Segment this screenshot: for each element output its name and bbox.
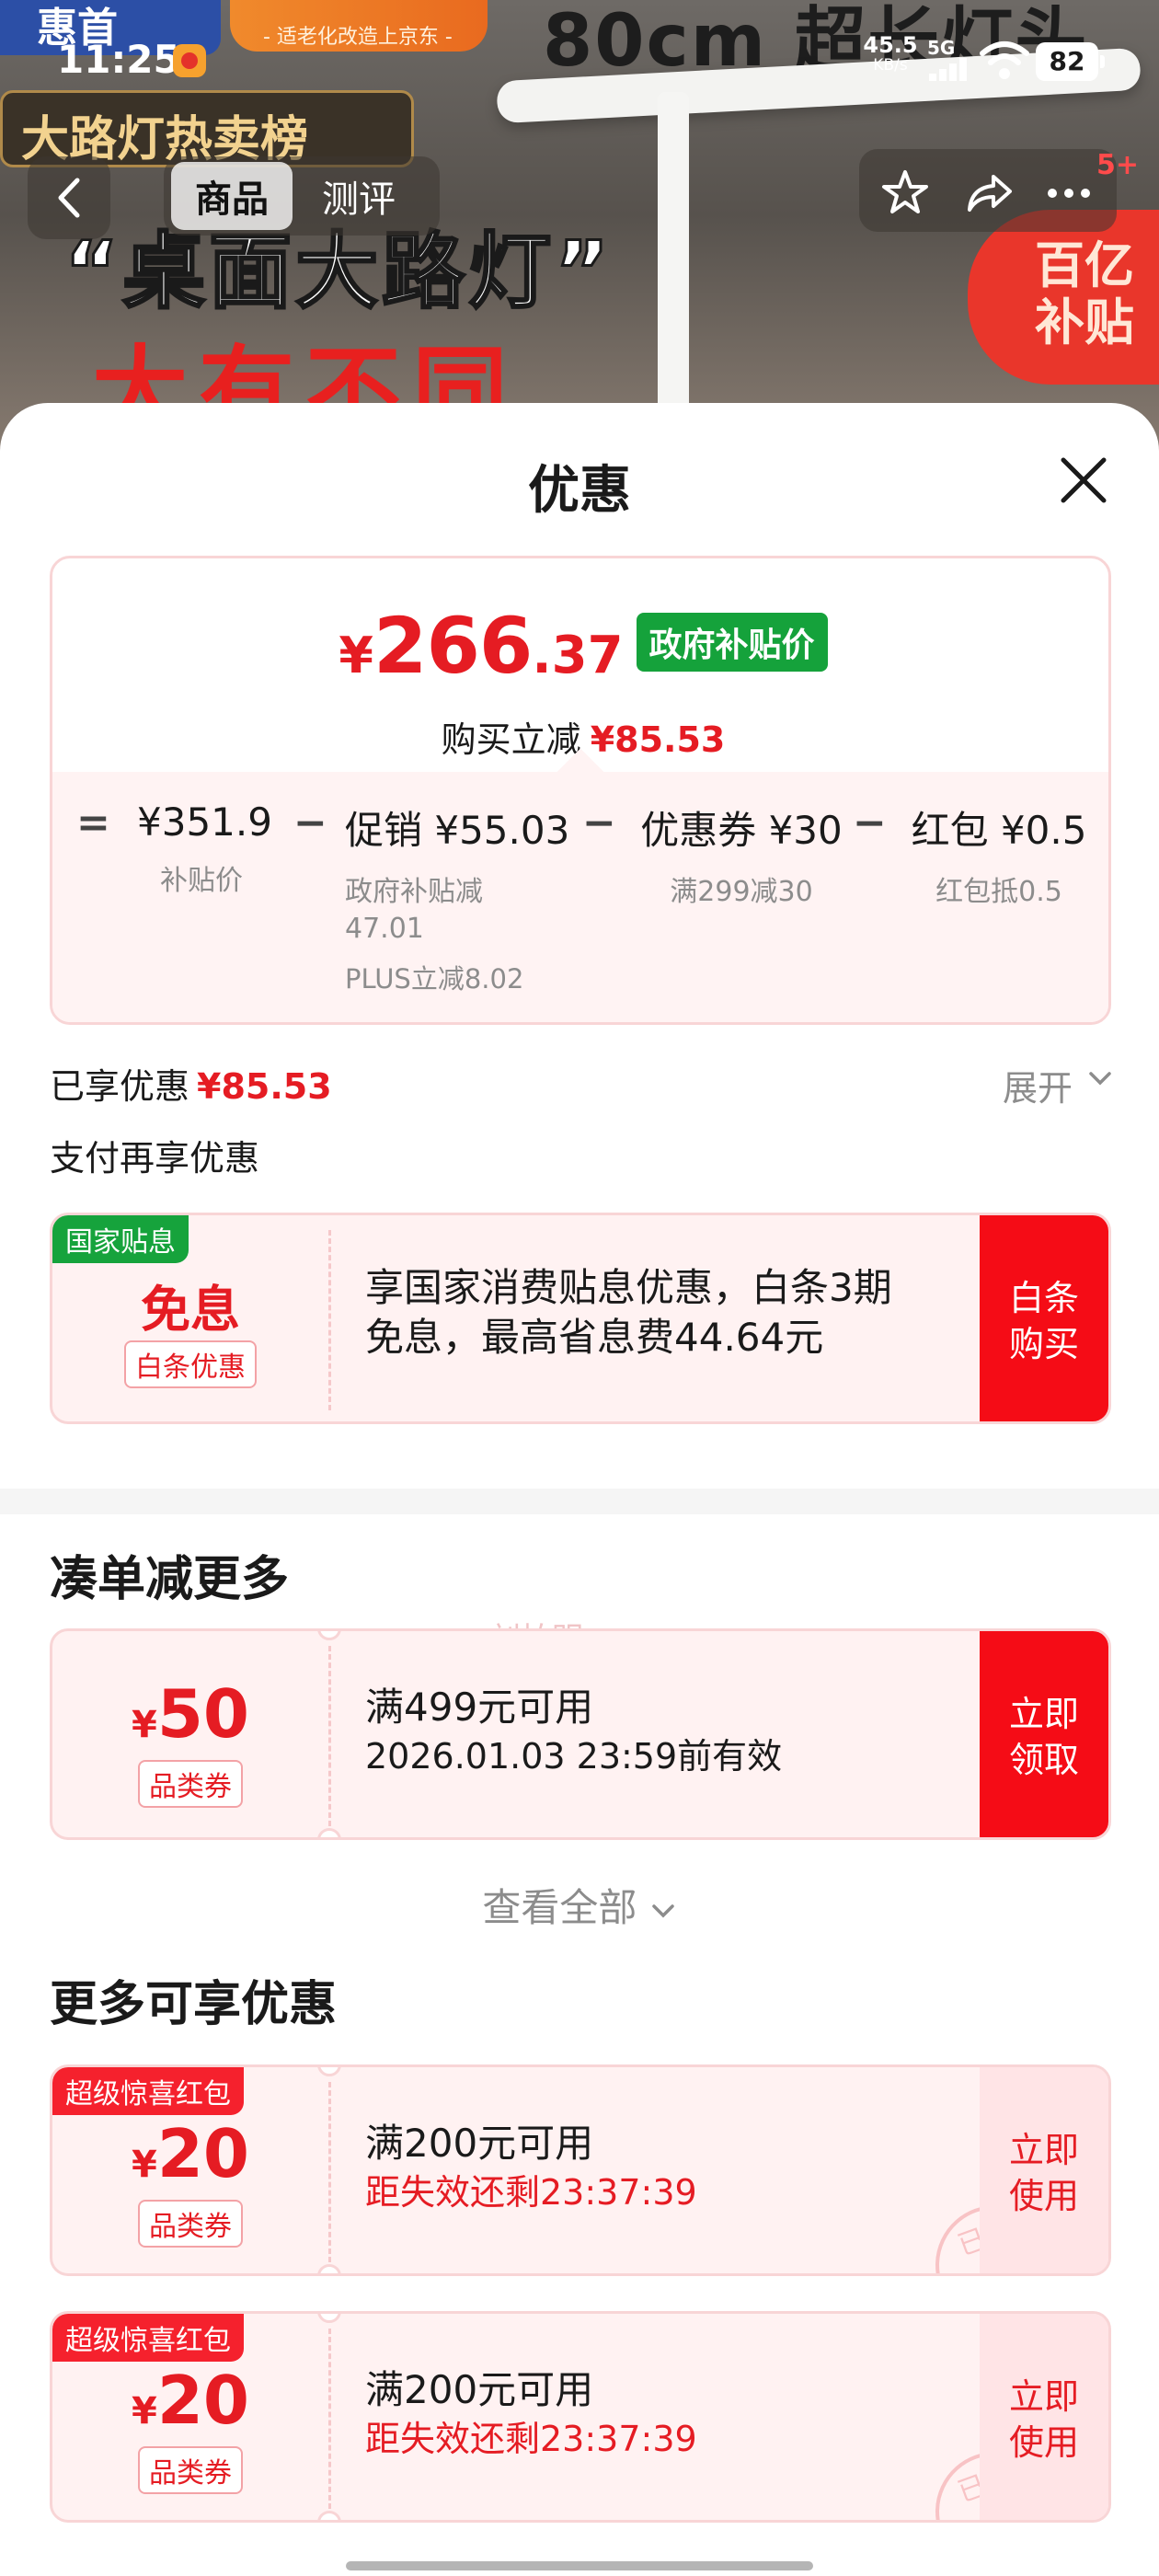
more-icon[interactable] (1043, 167, 1095, 219)
baitiao-tag: 白条优惠 (124, 1340, 257, 1388)
coupon-amount-block: ¥50 品类券 (52, 1631, 328, 1837)
chevron-left-icon (58, 178, 80, 218)
red-packet-coupon: 超级惊喜红包 ¥20 品类券 满200元可用 距失效还剩23:37:39 已领 … (50, 2064, 1111, 2276)
installment-desc: 享国家消费贴息优惠，白条3期 免息，最高省息费44.64元 (365, 1265, 892, 1360)
equals-sign: = (76, 799, 110, 846)
coupon-amount: ¥20 (131, 2362, 250, 2439)
back-button[interactable] (28, 156, 110, 239)
combine-order-title: 凑单减更多 (50, 1552, 290, 1607)
coupon-desc: 满499元可用 2026.01.03 23:59前有效 (365, 1685, 783, 1777)
product-tabs: 商品 测评 (164, 156, 440, 236)
installment-left: 国家贴息 免息 白条优惠 (52, 1215, 328, 1421)
minus-sign: − (853, 799, 887, 846)
wifi-icon (980, 41, 1029, 79)
coupon-desc: 满200元可用 距失效还剩23:37:39 (365, 2121, 697, 2213)
share-icon[interactable] (964, 167, 1016, 219)
minus-sign: − (582, 799, 616, 846)
status-time: 11:25 (57, 37, 180, 82)
home-indicator[interactable] (346, 2561, 813, 2570)
notification-badge: 5+ (1096, 149, 1140, 181)
claim-coupon-button[interactable]: 立即 领取 (980, 1631, 1108, 1837)
chevron-down-icon (651, 1903, 674, 1917)
final-price: ¥266.37 政府补贴价 (52, 601, 1108, 691)
breakdown-promotion: 促销 ¥55.03 政府补贴减 47.01 PLUS立减8.02 (345, 808, 570, 995)
enjoyed-discount: 已享优惠 ¥85.53 (50, 1066, 332, 1107)
interest-free-label: 免息 (141, 1281, 240, 1339)
app-notification-icon (173, 44, 206, 77)
minus-sign: − (293, 799, 327, 846)
coupon-amount: ¥50 (131, 1675, 250, 1753)
subsidy-badge: 百亿补贴 (968, 210, 1159, 385)
discount-sheet: 优惠 ¥266.37 政府补贴价 购买立减 ¥85.53 = ¥351.9 补贴价 … (0, 403, 1159, 2576)
use-coupon-button[interactable]: 立即 使用 (980, 2314, 1108, 2520)
breakdown-red-packet: 红包 ¥0.5 红包抵0.5 (911, 808, 1087, 908)
tab-product[interactable]: 商品 (171, 162, 293, 230)
tab-review[interactable]: 测评 (298, 162, 419, 230)
nav-actions (859, 149, 1117, 232)
price-card: ¥266.37 政府补贴价 购买立减 ¥85.53 = ¥351.9 补贴价 − 促… (50, 556, 1111, 1025)
chevron-down-icon (1089, 1072, 1111, 1086)
expand-toggle[interactable]: 展开 (1003, 1060, 1111, 1110)
coupon-amount-block: 超级惊喜红包 ¥20 品类券 (52, 2314, 328, 2520)
close-icon[interactable] (1054, 451, 1113, 510)
super-red-packet-tag: 超级惊喜红包 (52, 2067, 244, 2115)
price-breakdown: = ¥351.9 补贴价 − 促销 ¥55.03 政府补贴减 47.01 PLUS… (52, 748, 1108, 1022)
network-type: 5G (927, 37, 956, 59)
coupon-amount: ¥20 (131, 2115, 250, 2192)
battery-indicator: 82 (1036, 42, 1105, 81)
net-speed: 45.5 KB/s (863, 32, 918, 75)
sheet-title: 优惠 (528, 461, 631, 521)
installment-coupon: 国家贴息 免息 白条优惠 享国家消费贴息优惠，白条3期 免息，最高省息费44.6… (50, 1213, 1111, 1424)
category-coupon: ¥50 品类券 满499元可用 2026.01.03 23:59前有效 立即 领取 (50, 1628, 1111, 1840)
baitiao-buy-button[interactable]: 白条 购买 (980, 1215, 1108, 1421)
gov-subsidy-tag: 政府补贴价 (636, 613, 828, 672)
coupon-amount-block: 超级惊喜红包 ¥20 品类券 (52, 2067, 328, 2273)
breakdown-subsidy-price: ¥351.9 补贴价 (137, 799, 272, 897)
red-packet-coupon: 超级惊喜红包 ¥20 品类券 满200元可用 距失效还剩23:37:39 已领 … (50, 2311, 1111, 2523)
more-discounts-title: 更多可享优惠 (50, 1977, 338, 2032)
gov-interest-tag: 国家贴息 (52, 1215, 189, 1263)
coupon-type-tag: 品类券 (138, 2446, 243, 2494)
star-icon[interactable] (879, 167, 931, 219)
use-coupon-button[interactable]: 立即 使用 (980, 2067, 1108, 2273)
section-divider (0, 1489, 1159, 1514)
view-all-link[interactable]: 查看全部 (0, 1877, 1159, 1933)
pay-more-label: 支付再享优惠 (50, 1138, 260, 1179)
breakdown-coupon: 优惠券 ¥30 满299减30 (640, 808, 843, 908)
banner-promo-tag: - 适老化改造上京东 - (230, 0, 488, 52)
coupon-type-tag: 品类券 (138, 1760, 243, 1808)
coupon-desc: 满200元可用 距失效还剩23:37:39 (365, 2367, 697, 2459)
super-red-packet-tag: 超级惊喜红包 (52, 2314, 244, 2362)
coupon-type-tag: 品类券 (138, 2200, 243, 2248)
signal-icon (925, 57, 971, 81)
